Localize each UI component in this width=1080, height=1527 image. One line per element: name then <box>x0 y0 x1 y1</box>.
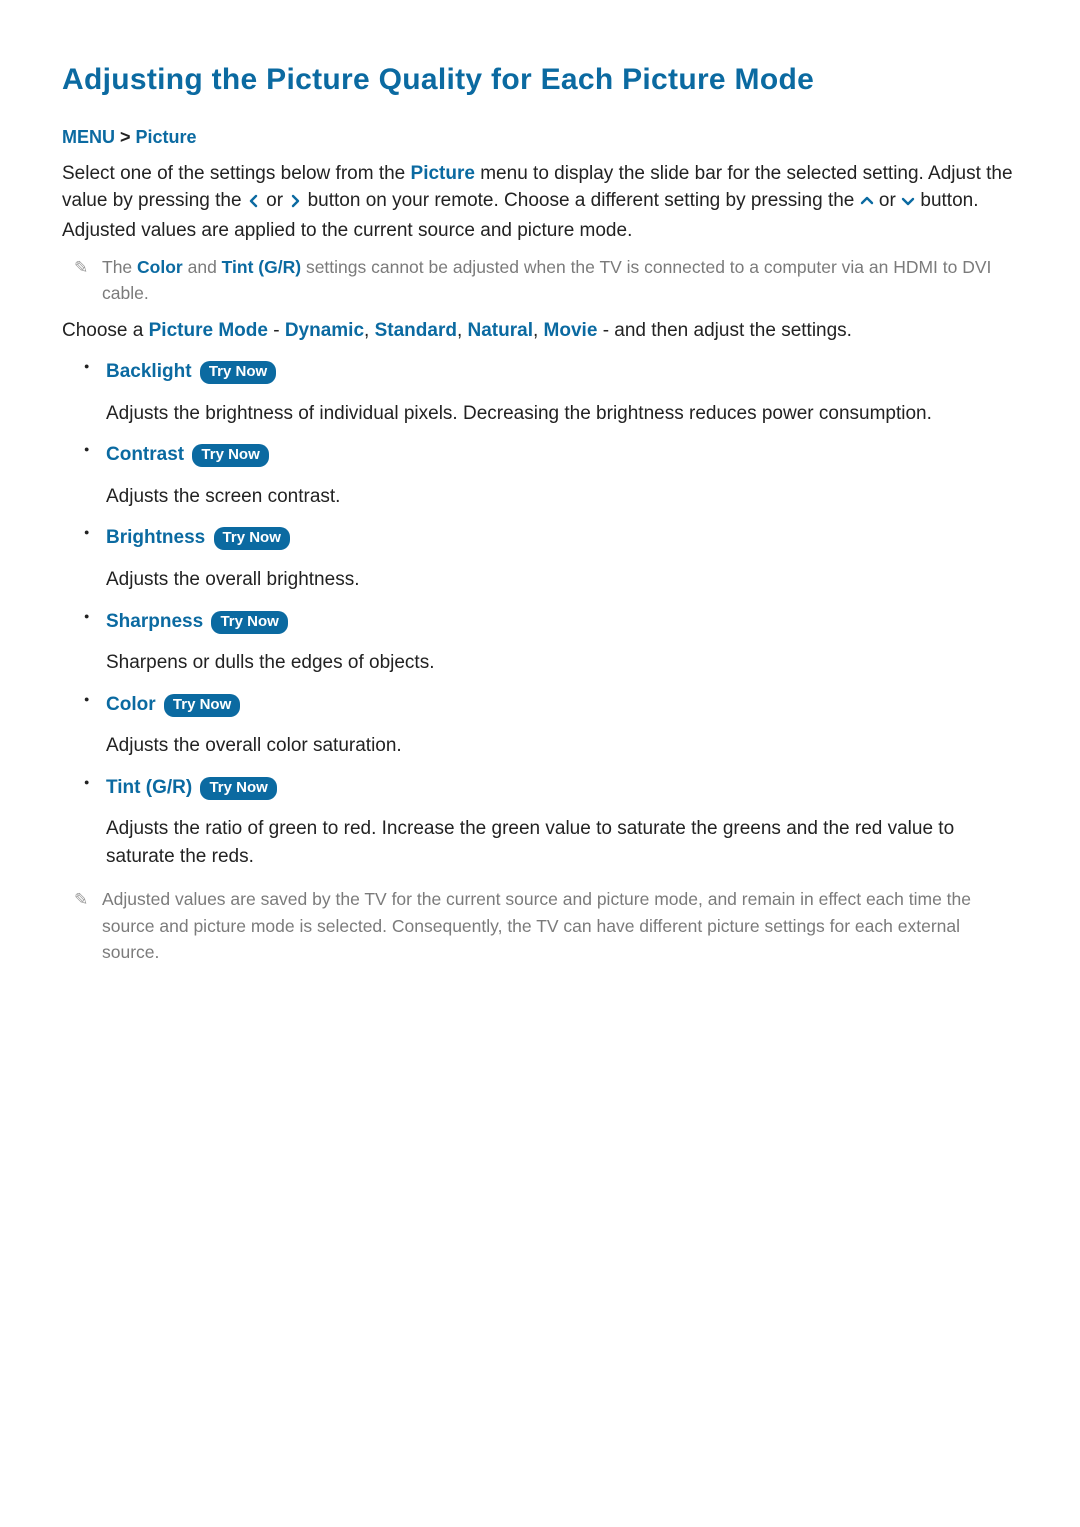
c2: , <box>457 320 468 341</box>
note-text: Adjusted values are saved by the TV for … <box>102 886 1018 965</box>
breadcrumb-picture: Picture <box>136 127 197 147</box>
choose-pre: Choose a <box>62 320 149 341</box>
try-now-button[interactable]: Try Now <box>211 611 287 634</box>
setting-contrast: Contrast <box>106 444 184 465</box>
choose-mode-line: Choose a Picture Mode - Dynamic, Standar… <box>62 317 1018 345</box>
note-icon: ✎ <box>74 254 102 307</box>
c1: , <box>364 320 375 341</box>
setting-color: Color <box>106 694 156 715</box>
setting-desc: Adjusts the overall color saturation. <box>106 732 1018 760</box>
intro-text-5: or <box>879 190 901 211</box>
chevron-down-icon <box>901 189 915 217</box>
setting-brightness: Brightness <box>106 527 205 548</box>
setting-desc: Adjusts the overall brightness. <box>106 566 1018 594</box>
breadcrumb: MENU > Picture <box>62 124 1018 150</box>
keyword-picture: Picture <box>411 163 475 184</box>
setting-desc: Adjusts the screen contrast. <box>106 483 1018 511</box>
try-now-button[interactable]: Try Now <box>200 777 276 800</box>
setting-desc: Adjusts the brightness of individual pix… <box>106 400 1018 428</box>
chevron-up-icon <box>860 189 874 217</box>
setting-desc: Adjusts the ratio of green to red. Incre… <box>106 815 1018 870</box>
settings-list: Backlight Try Now Adjusts the brightness… <box>62 358 1018 870</box>
list-item: Tint (G/R) Try Now Adjusts the ratio of … <box>88 774 1018 871</box>
try-now-button[interactable]: Try Now <box>192 444 268 467</box>
try-now-button[interactable]: Try Now <box>214 527 290 550</box>
note-icon: ✎ <box>74 886 102 965</box>
choose-dash1: - <box>273 320 285 341</box>
c3: , <box>533 320 544 341</box>
mode-standard: Standard <box>375 320 457 341</box>
page-title: Adjusting the Picture Quality for Each P… <box>62 58 1018 102</box>
keyword-tint: Tint (G/R) <box>222 257 301 277</box>
note1-pre: The <box>102 257 137 277</box>
breadcrumb-sep: > <box>120 127 136 147</box>
list-item: Color Try Now Adjusts the overall color … <box>88 691 1018 760</box>
note-text: The Color and Tint (G/R) settings cannot… <box>102 254 1018 307</box>
intro-text-4: button on your remote. Choose a differen… <box>308 190 860 211</box>
choose-dash2: - and then adjust the settings. <box>603 320 852 341</box>
keyword-color: Color <box>137 257 183 277</box>
list-item: Brightness Try Now Adjusts the overall b… <box>88 524 1018 593</box>
setting-sharpness: Sharpness <box>106 611 203 632</box>
note1-mid: and <box>188 257 222 277</box>
note-saved-values: ✎ Adjusted values are saved by the TV fo… <box>62 886 1018 965</box>
list-item: Sharpness Try Now Sharpens or dulls the … <box>88 608 1018 677</box>
list-item: Backlight Try Now Adjusts the brightness… <box>88 358 1018 427</box>
setting-tint: Tint (G/R) <box>106 777 192 798</box>
breadcrumb-menu: MENU <box>62 127 115 147</box>
mode-movie: Movie <box>544 320 598 341</box>
list-item: Contrast Try Now Adjusts the screen cont… <box>88 441 1018 510</box>
try-now-button[interactable]: Try Now <box>200 361 276 384</box>
chevron-right-icon <box>288 189 302 217</box>
try-now-button[interactable]: Try Now <box>164 694 240 717</box>
keyword-picture-mode: Picture Mode <box>149 320 268 341</box>
setting-backlight: Backlight <box>106 361 192 382</box>
intro-paragraph: Select one of the settings below from th… <box>62 160 1018 245</box>
mode-dynamic: Dynamic <box>285 320 364 341</box>
chevron-left-icon <box>247 189 261 217</box>
intro-text-1: Select one of the settings below from th… <box>62 163 411 184</box>
mode-natural: Natural <box>468 320 533 341</box>
intro-text-3: or <box>266 190 288 211</box>
note-hdmi-dvi: ✎ The Color and Tint (G/R) settings cann… <box>62 254 1018 307</box>
setting-desc: Sharpens or dulls the edges of objects. <box>106 649 1018 677</box>
